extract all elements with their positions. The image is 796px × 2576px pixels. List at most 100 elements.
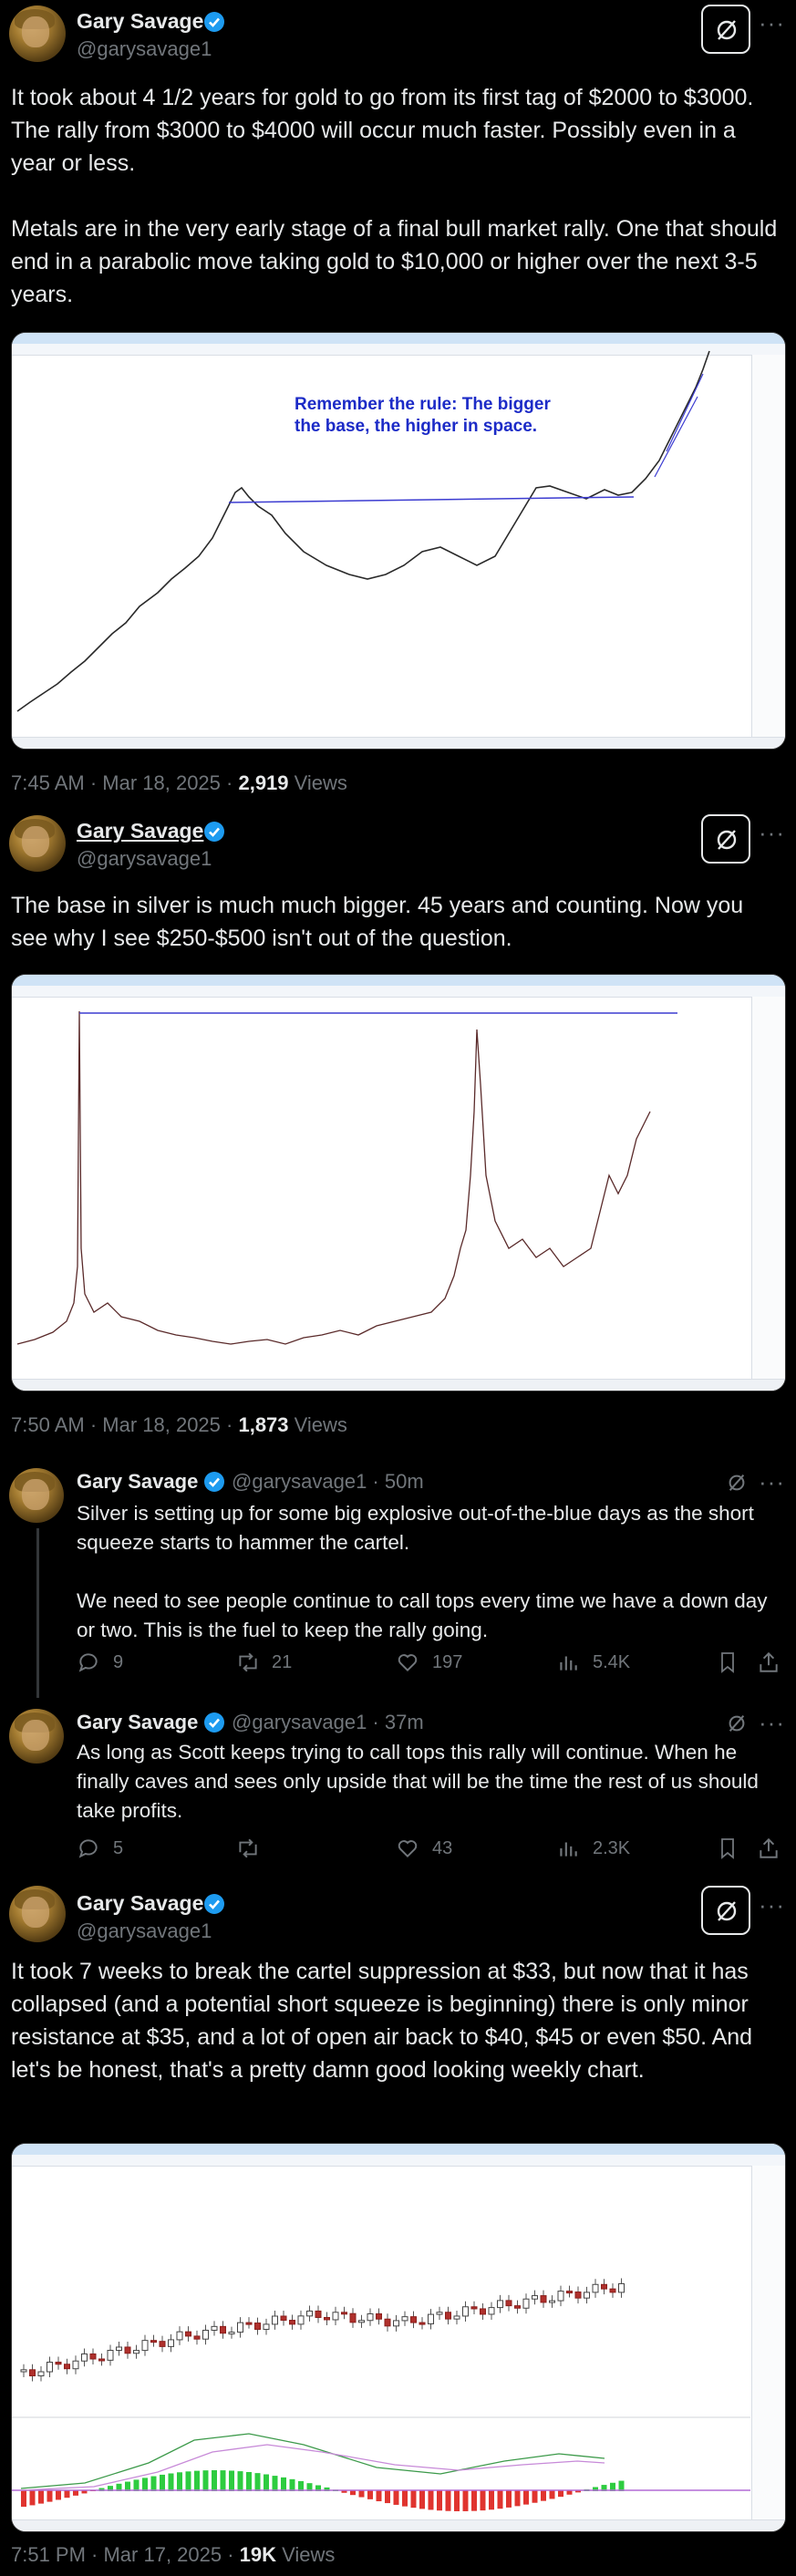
histogram-bar — [532, 2490, 538, 2503]
author-handle-time[interactable]: @garysavage1 · 50m — [232, 1470, 424, 1494]
candle — [601, 2283, 607, 2290]
histogram-bar — [264, 2474, 269, 2491]
author-handle[interactable]: @garysavage1 — [77, 1919, 212, 1943]
avatar[interactable] — [9, 1468, 64, 1523]
grok-button[interactable] — [701, 814, 750, 864]
views-action[interactable]: 2.3K — [556, 1836, 647, 1864]
avatar[interactable] — [9, 1709, 64, 1764]
histogram-bar — [212, 2470, 217, 2491]
grok-icon — [717, 20, 737, 40]
like-action[interactable]: 197 — [396, 1650, 487, 1678]
more-icon[interactable]: ··· — [759, 9, 785, 37]
histogram-bar — [177, 2472, 182, 2491]
share-icon[interactable] — [757, 1836, 780, 1860]
candle — [245, 2322, 253, 2325]
author-name[interactable]: Gary Savage — [77, 1470, 198, 1494]
grok-button[interactable] — [701, 1886, 750, 1935]
post-meta: 7:50 AM · Mar 18, 2025 · 1,873 Views — [11, 1413, 347, 1437]
macd-line — [20, 2444, 605, 2491]
author-name[interactable]: Gary Savage — [77, 1891, 203, 1916]
views-count: 19K — [239, 2543, 277, 2566]
candle — [185, 2331, 191, 2337]
repost-action[interactable] — [235, 1836, 326, 1864]
views-count: 5.4K — [593, 1652, 631, 1672]
post-time[interactable]: 7:50 AM · Mar 18, 2025 · — [11, 1413, 238, 1436]
candle — [574, 2292, 582, 2299]
histogram-bar — [358, 2490, 365, 2498]
candle — [315, 2310, 322, 2318]
reply-action[interactable]: 9 — [77, 1650, 168, 1678]
candle — [367, 2312, 374, 2322]
more-icon[interactable]: ··· — [759, 1891, 785, 1919]
grok-icon[interactable] — [726, 1472, 748, 1494]
author-name[interactable]: Gary Savage — [77, 1711, 198, 1734]
candle — [280, 2315, 287, 2322]
bookmark-icon[interactable] — [717, 1836, 739, 1860]
views-count: 1,873 — [238, 1413, 289, 1436]
bookmark-icon[interactable] — [717, 1650, 739, 1674]
candle — [176, 2331, 183, 2341]
repost-count: 21 — [272, 1652, 293, 1672]
more-icon[interactable]: ··· — [759, 1709, 785, 1737]
chart-annotation-line2: the base, the higher in space. — [295, 417, 537, 436]
post-1: Gary Savage @garysavage1 ··· It took abo… — [0, 0, 796, 802]
reply-action[interactable]: 5 — [77, 1836, 168, 1864]
post-body: It took about 4 1/2 years for gold to go… — [11, 85, 778, 307]
histogram-bar — [254, 2473, 261, 2491]
more-icon[interactable]: ··· — [759, 819, 785, 847]
author-handle[interactable]: @garysavage1 — [77, 847, 212, 871]
weekly-silver-chart-image[interactable] — [11, 2143, 786, 2532]
author-handle[interactable]: @garysavage1 — [77, 37, 212, 61]
reply-count: 5 — [113, 1838, 124, 1858]
gold-chart-image[interactable]: Remember the rule: The bigger the base, … — [11, 332, 786, 750]
reply-2: Gary Savage @garysavage1 · 37m ··· As lo… — [0, 1700, 796, 1880]
histogram-bar — [393, 2490, 399, 2505]
share-icon[interactable] — [757, 1650, 780, 1674]
histogram-bar — [289, 2478, 295, 2491]
histogram-bar — [281, 2477, 286, 2491]
repost-icon — [239, 1838, 257, 1858]
post-time[interactable]: 7:51 PM · Mar 17, 2025 · — [11, 2543, 240, 2566]
reply-1: Gary Savage @garysavage1 · 50m ··· Silve… — [0, 1459, 796, 1698]
like-count: 43 — [432, 1838, 453, 1858]
histogram-bar — [229, 2470, 234, 2491]
author-name[interactable]: Gary Savage — [77, 9, 203, 34]
silver-chart-image[interactable] — [11, 974, 786, 1391]
candle — [566, 2291, 573, 2294]
candle — [263, 2323, 270, 2331]
histogram-bar — [168, 2473, 174, 2491]
author-handle-time[interactable]: @garysavage1 · 37m — [232, 1711, 424, 1734]
candle — [557, 2291, 564, 2302]
histogram-bar — [38, 2490, 44, 2504]
avatar[interactable] — [9, 815, 66, 872]
candle — [107, 2350, 114, 2361]
histogram-bar — [73, 2490, 78, 2496]
more-icon[interactable]: ··· — [759, 1468, 785, 1496]
candle — [98, 2358, 105, 2362]
candle — [505, 2300, 512, 2307]
reply-body: Silver is setting up for some big explos… — [77, 1502, 768, 1641]
views-icon — [560, 1842, 577, 1857]
repost-action[interactable]: 21 — [235, 1650, 326, 1678]
histogram-bar — [350, 2490, 356, 2496]
like-action[interactable]: 43 — [396, 1836, 487, 1864]
views-label: Views — [288, 1413, 347, 1436]
avatar[interactable] — [9, 5, 66, 62]
avatar[interactable] — [9, 1886, 66, 1942]
histogram-bar — [142, 2478, 148, 2491]
post-time[interactable]: 7:45 AM · Mar 18, 2025 · — [11, 771, 238, 794]
candle — [470, 2306, 478, 2310]
candle — [401, 2316, 408, 2322]
grok-button[interactable] — [701, 5, 750, 54]
candle — [618, 2282, 625, 2293]
histogram-bar — [410, 2490, 417, 2509]
candle — [549, 2300, 555, 2303]
views-action[interactable]: 5.4K — [556, 1650, 647, 1678]
histogram-bar — [419, 2490, 425, 2509]
grok-icon[interactable] — [726, 1712, 748, 1734]
verified-badge-icon — [204, 1472, 224, 1492]
candle — [306, 2310, 313, 2317]
candle — [150, 2340, 157, 2343]
author-name[interactable]: Gary Savage — [77, 819, 203, 843]
views-count: 2,919 — [238, 771, 289, 794]
